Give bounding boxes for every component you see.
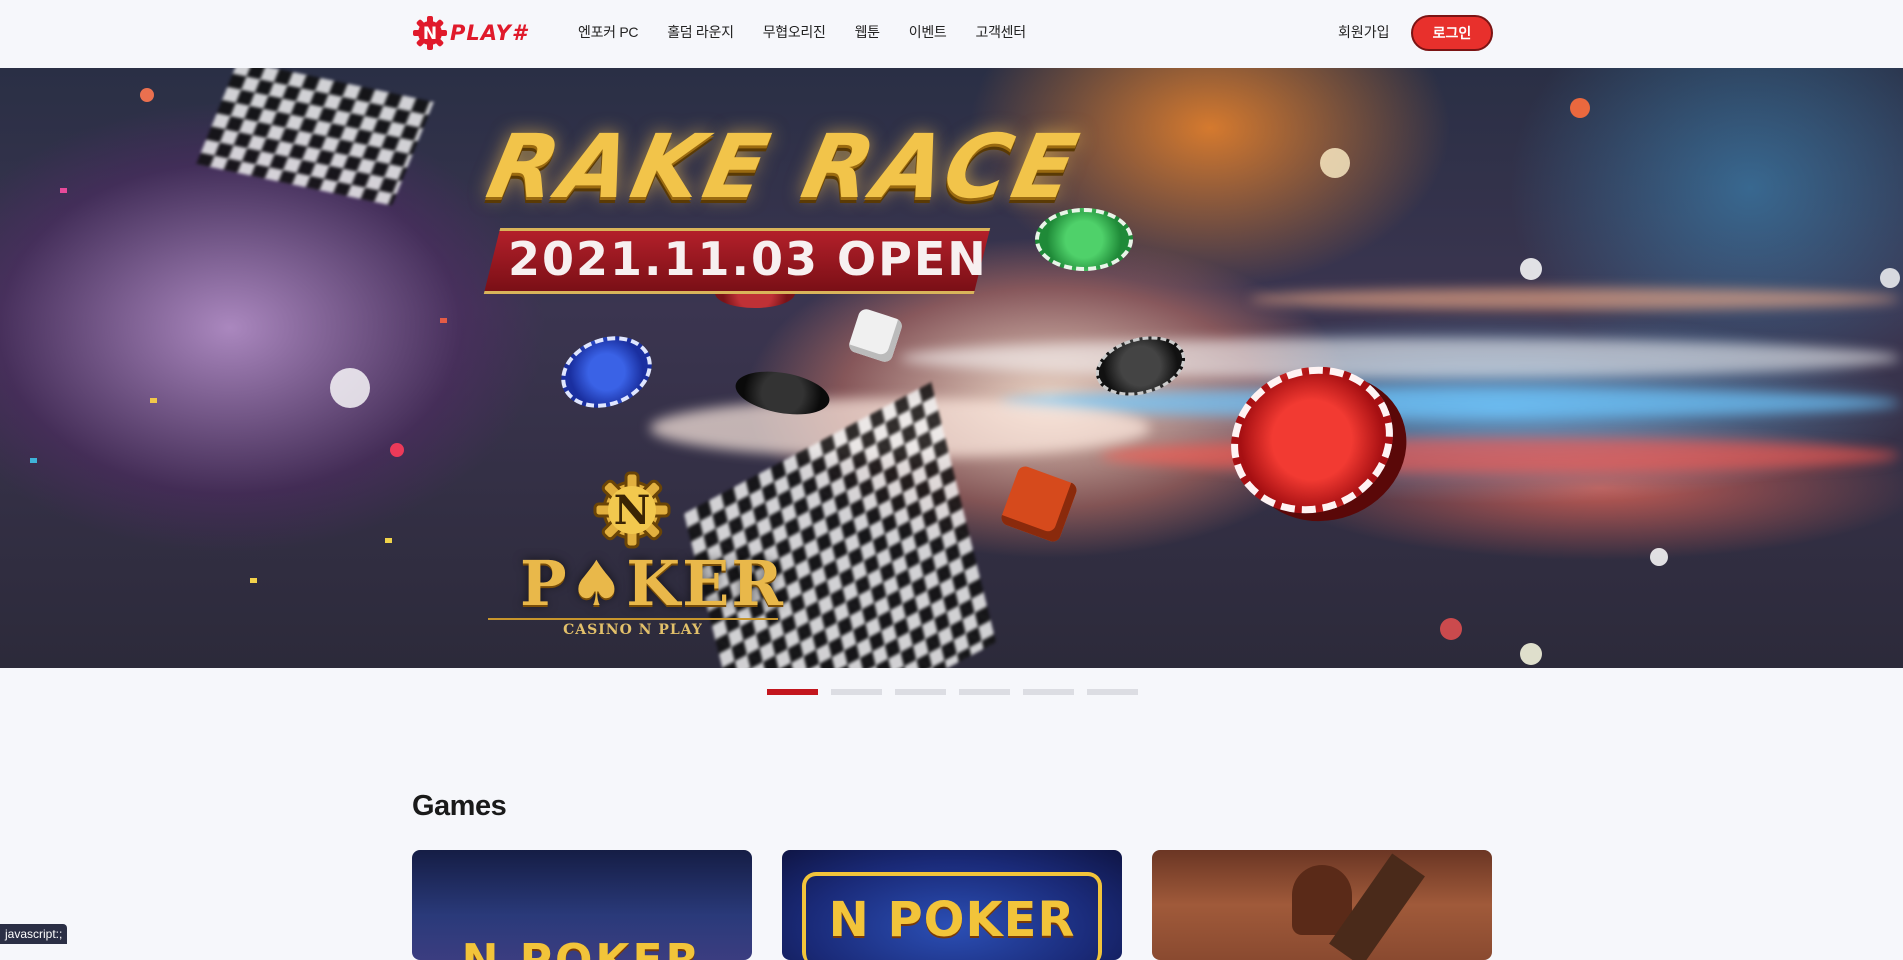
checkered-flag: [196, 68, 434, 206]
game-card-title: N POKER: [828, 892, 1076, 948]
confetti: [30, 458, 37, 463]
nav-muhyup-origin[interactable]: 무협오리진: [763, 22, 826, 42]
light-streak: [1100, 438, 1900, 473]
logo-text: PLAY#: [450, 21, 528, 45]
games-section-title: Games: [412, 790, 507, 822]
dice-red: [999, 464, 1079, 544]
pager-dot-3[interactable]: [895, 689, 946, 695]
gear-logo-icon: N: [413, 16, 447, 50]
banner-pagination: [767, 689, 1151, 695]
nav-holdem-lounge[interactable]: 홀덤 라운지: [667, 22, 734, 42]
bokeh-light: [1880, 268, 1900, 288]
bokeh-light: [330, 368, 370, 408]
logo-letter: N: [423, 24, 437, 44]
main-nav: 엔포커 PC 홀덤 라운지 무협오리진 웹툰 이벤트 고객센터: [578, 22, 1055, 42]
nav-event[interactable]: 이벤트: [909, 22, 947, 42]
nav-npoker-pc[interactable]: 엔포커 PC: [578, 22, 638, 42]
browser-status-bar: javascript:;: [0, 924, 68, 944]
game-card-title: N POKER: [412, 935, 752, 960]
pager-dot-4[interactable]: [959, 689, 1010, 695]
pager-dot-1[interactable]: [767, 689, 818, 695]
bokeh-light: [390, 443, 404, 457]
bokeh-light: [1440, 618, 1462, 640]
confetti: [440, 318, 447, 323]
bokeh-light: [1520, 643, 1542, 665]
banner-date: 2021.11.03 OPEN: [508, 232, 988, 286]
signup-link[interactable]: 회원가입: [1338, 22, 1390, 42]
dice-white: [847, 307, 904, 364]
confetti: [250, 578, 257, 583]
confetti: [385, 538, 392, 543]
confetti: [150, 398, 157, 403]
hero-banner[interactable]: RAKE RACE 2021.11.03 OPEN N P♠KER CASINO…: [0, 68, 1903, 668]
bokeh-light: [1520, 258, 1542, 280]
nplay-logo[interactable]: N PLAY#: [412, 14, 527, 52]
pager-dot-6[interactable]: [1087, 689, 1138, 695]
nav-webtoon[interactable]: 웹툰: [855, 22, 880, 42]
pager-dot-2[interactable]: [831, 689, 882, 695]
site-header: N PLAY# 엔포커 PC 홀덤 라운지 무협오리진 웹툰 이벤트 고객센터 …: [0, 0, 1903, 68]
bokeh-light: [1320, 148, 1350, 178]
bokeh-light: [1650, 548, 1668, 566]
poker-chip-blue: [551, 324, 662, 420]
confetti: [60, 188, 67, 193]
bokeh-light: [1570, 98, 1590, 118]
light-streak: [1250, 288, 1900, 310]
banner-title: RAKE RACE: [479, 115, 1090, 218]
npoker-logo-word: P♠KER: [520, 547, 785, 620]
badge-letter: N: [614, 487, 651, 534]
pager-dot-5[interactable]: [1023, 689, 1074, 695]
bokeh-light: [140, 88, 154, 102]
npoker-badge-icon: N: [592, 470, 672, 550]
npoker-logo-sub: CASINO N PLAY: [488, 618, 778, 638]
login-button[interactable]: 로그인: [1411, 15, 1493, 51]
nav-customer-center[interactable]: 고객센터: [976, 22, 1027, 42]
light-streak: [900, 338, 1900, 378]
